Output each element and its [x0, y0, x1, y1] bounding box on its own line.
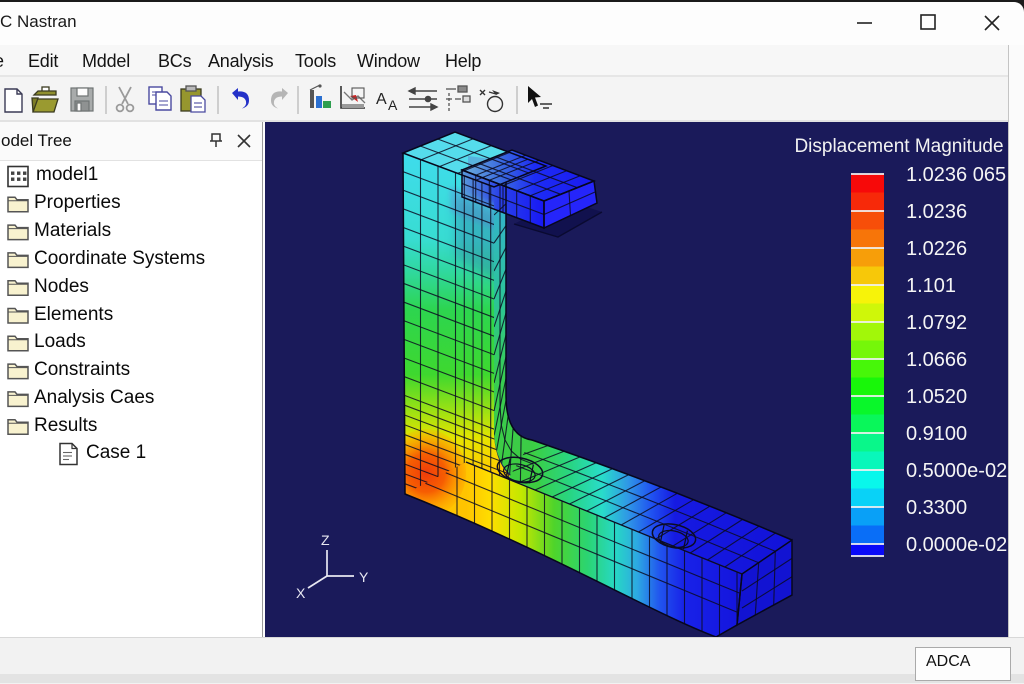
- svg-text:0.5000e-02: 0.5000e-02: [906, 460, 1007, 482]
- svg-text:0.3300: 0.3300: [906, 497, 967, 519]
- svg-text:1.0520: 1.0520: [906, 386, 967, 408]
- svg-text:A: A: [376, 91, 387, 108]
- svg-text:1.0236: 1.0236: [906, 201, 967, 223]
- svg-text:Z: Z: [321, 532, 330, 548]
- svg-text:Y: Y: [359, 569, 369, 585]
- svg-text:1.101: 1.101: [906, 275, 956, 297]
- svg-text:A: A: [388, 97, 398, 113]
- svg-text:0.9100: 0.9100: [906, 423, 967, 445]
- svg-text:1.0792: 1.0792: [906, 312, 967, 334]
- svg-text:1.0236 065: 1.0236 065: [906, 164, 1006, 186]
- svg-text:0.0000e-02: 0.0000e-02: [906, 534, 1007, 556]
- svg-text:1.0666: 1.0666: [906, 349, 967, 371]
- svg-text:Displacement Magnitude: Displacement Magnitude: [794, 136, 1003, 157]
- svg-text:X: X: [296, 585, 306, 601]
- svg-text:1.0226: 1.0226: [906, 238, 967, 260]
